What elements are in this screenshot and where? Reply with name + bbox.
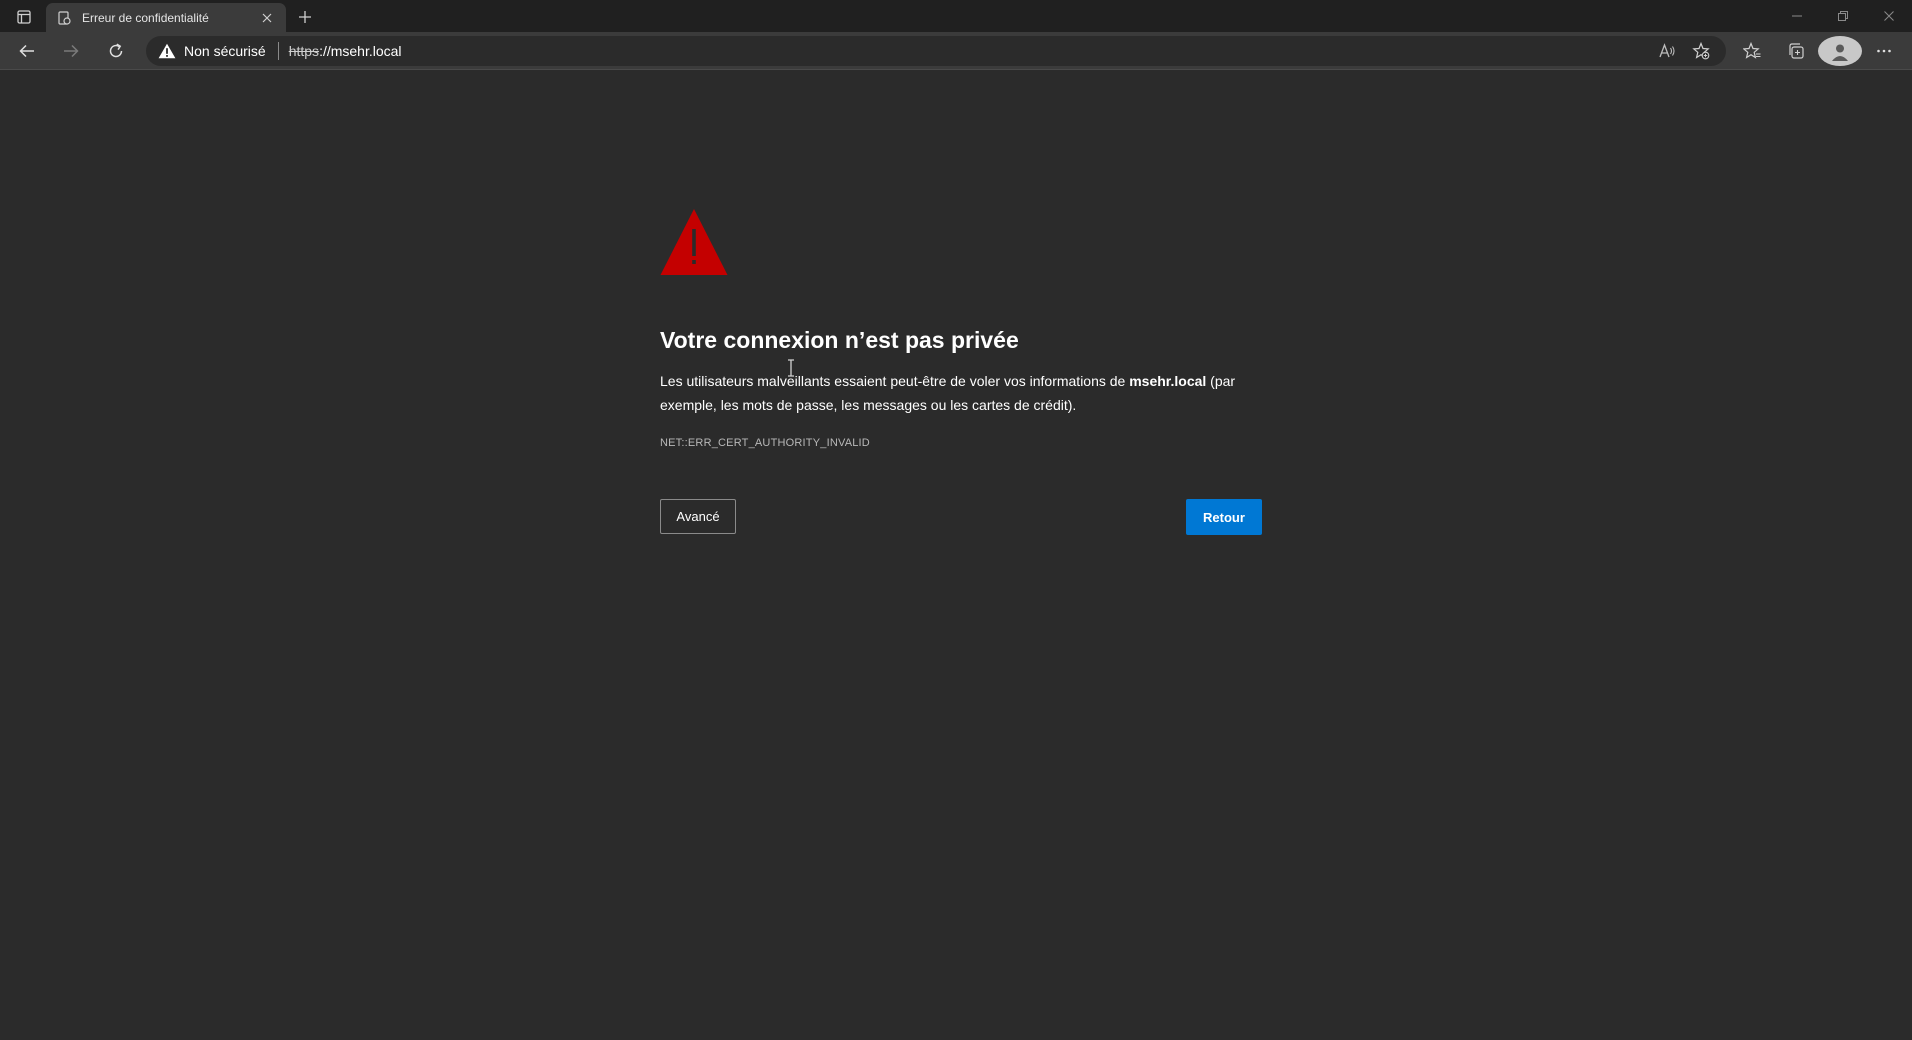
privacy-error-panel: Votre connexion n’est pas privée Les uti… bbox=[660, 208, 1262, 535]
error-message: Les utilisateurs malveillants essaient p… bbox=[660, 369, 1262, 417]
advanced-button[interactable]: Avancé bbox=[660, 499, 736, 534]
active-tab[interactable]: Erreur de confidentialité bbox=[46, 3, 286, 32]
profile-button[interactable] bbox=[1818, 36, 1862, 66]
url-host: ://msehr.local bbox=[319, 43, 402, 59]
security-status-label: Non sécurisé bbox=[184, 43, 266, 59]
add-favorite-icon bbox=[1692, 42, 1710, 60]
profile-icon bbox=[1818, 36, 1862, 66]
restore-icon bbox=[1838, 11, 1848, 21]
restore-button[interactable] bbox=[1820, 0, 1866, 32]
tab-title: Erreur de confidentialité bbox=[82, 10, 209, 25]
back-button[interactable] bbox=[10, 36, 44, 66]
minimize-icon bbox=[1792, 15, 1802, 17]
action-buttons: Avancé Retour bbox=[660, 499, 1262, 535]
read-aloud-icon bbox=[1659, 43, 1675, 58]
refresh-button[interactable] bbox=[99, 36, 133, 66]
page-content: Votre connexion n’est pas privée Les uti… bbox=[0, 71, 1912, 1040]
more-icon bbox=[1877, 49, 1891, 53]
security-indicator[interactable]: Non sécurisé bbox=[146, 36, 278, 66]
add-favorite-button[interactable] bbox=[1684, 36, 1718, 66]
forward-button[interactable] bbox=[54, 36, 88, 66]
message-text: Les utilisateurs malveillants essaient p… bbox=[660, 373, 1130, 389]
address-bar[interactable]: Non sécurisé https://msehr.local bbox=[146, 36, 1726, 66]
message-host: msehr.local bbox=[1129, 373, 1207, 389]
tab-close-button[interactable] bbox=[258, 9, 276, 27]
read-aloud-button[interactable] bbox=[1650, 36, 1684, 66]
browser-toolbar: Non sécurisé https://msehr.local bbox=[0, 32, 1912, 70]
privacy-error-icon bbox=[56, 10, 72, 26]
tab-actions-icon bbox=[17, 10, 31, 24]
refresh-icon bbox=[109, 43, 123, 58]
tab-strip: Erreur de confidentialité bbox=[0, 0, 1912, 32]
url-text: https://msehr.local bbox=[289, 43, 402, 59]
page-title: Votre connexion n’est pas privée bbox=[660, 327, 1019, 353]
back-to-safety-button[interactable]: Retour bbox=[1186, 499, 1262, 535]
back-icon bbox=[19, 44, 34, 58]
collections-button[interactable] bbox=[1774, 36, 1818, 66]
error-code: NET::ERR_CERT_AUTHORITY_INVALID bbox=[660, 437, 870, 449]
close-icon bbox=[1884, 11, 1894, 21]
warning-icon bbox=[158, 43, 176, 59]
collections-icon bbox=[1789, 43, 1804, 59]
plus-icon bbox=[299, 11, 311, 23]
url-scheme: https bbox=[288, 43, 320, 59]
address-bar-actions bbox=[1650, 36, 1718, 66]
address-separator bbox=[277, 42, 279, 60]
window-close-button[interactable] bbox=[1866, 0, 1912, 32]
close-icon bbox=[262, 13, 272, 22]
more-button[interactable] bbox=[1862, 36, 1906, 66]
favorites-button[interactable] bbox=[1730, 36, 1774, 66]
new-tab-button[interactable] bbox=[292, 5, 318, 29]
favorites-icon bbox=[1743, 42, 1761, 59]
window-controls bbox=[1774, 0, 1912, 32]
text-cursor-icon bbox=[788, 359, 794, 377]
tab-actions-button[interactable] bbox=[10, 6, 38, 28]
minimize-button[interactable] bbox=[1774, 0, 1820, 32]
toolbar-right-actions bbox=[1730, 36, 1906, 66]
warning-triangle-icon bbox=[660, 209, 728, 275]
forward-icon bbox=[64, 44, 79, 58]
